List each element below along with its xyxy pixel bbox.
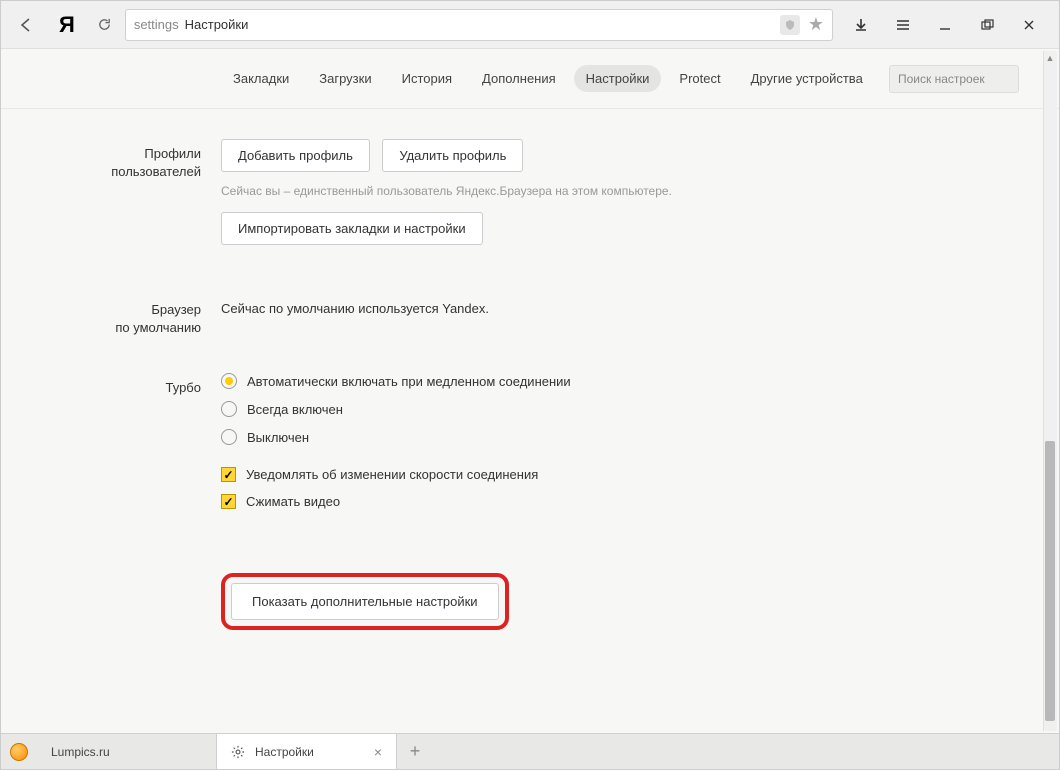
turbo-radio-auto[interactable]: Автоматически включать при медленном сое… [221, 373, 1019, 389]
content-area: ▲ Закладки Загрузки История Дополнения Н… [1, 49, 1059, 733]
section-profiles: Профили пользователей Добавить профиль У… [1, 139, 1019, 253]
tab-label: Lumpics.ru [51, 745, 110, 759]
highlight-ring: Показать дополнительные настройки [221, 573, 509, 630]
section-advanced: Показать дополнительные настройки [1, 573, 1019, 630]
os-start-icon[interactable] [1, 734, 37, 769]
radio-icon [221, 429, 237, 445]
checkbox-icon [221, 467, 236, 482]
address-prefix: settings [134, 17, 179, 32]
maximize-button[interactable] [975, 13, 999, 37]
yandex-logo[interactable]: Я [49, 12, 85, 38]
radio-label: Автоматически включать при медленном сое… [247, 374, 571, 389]
nav-history[interactable]: История [390, 65, 464, 92]
profiles-hint: Сейчас вы – единственный пользователь Ян… [221, 184, 1019, 198]
nav-settings[interactable]: Настройки [574, 65, 662, 92]
close-button[interactable] [1017, 13, 1041, 37]
tab-settings[interactable]: Настройки × [217, 734, 397, 769]
tab-bar: Lumpics.ru Настройки × + [1, 733, 1059, 769]
radio-label: Выключен [247, 430, 309, 445]
gear-icon [231, 745, 245, 759]
profiles-label: Профили пользователей [1, 139, 221, 253]
turbo-controls: Автоматически включать при медленном сое… [221, 373, 1019, 521]
address-title: Настройки [185, 17, 249, 32]
radio-label: Всегда включен [247, 402, 343, 417]
tab-close-icon[interactable]: × [374, 744, 382, 760]
nav-protect[interactable]: Protect [667, 65, 732, 92]
show-advanced-button[interactable]: Показать дополнительные настройки [231, 583, 499, 620]
checkbox-label: Уведомлять об изменении скорости соедине… [246, 467, 538, 482]
nav-extensions[interactable]: Дополнения [470, 65, 568, 92]
default-browser-text: Сейчас по умолчанию используется Yandex. [221, 295, 1019, 337]
minimize-button[interactable] [933, 13, 957, 37]
radio-icon [221, 401, 237, 417]
settings-body: Профили пользователей Добавить профиль У… [1, 109, 1059, 672]
turbo-radio-off[interactable]: Выключен [221, 429, 1019, 445]
turbo-check-notify[interactable]: Уведомлять об изменении скорости соедине… [221, 467, 1019, 482]
scroll-up-icon[interactable]: ▲ [1043, 53, 1057, 63]
address-right: ★ [780, 14, 824, 35]
browser-window: Я settings Настройки ★ [0, 0, 1060, 770]
address-bar[interactable]: settings Настройки ★ [125, 9, 833, 41]
toolbar: Я settings Настройки ★ [1, 1, 1059, 49]
protect-badge-icon[interactable] [780, 15, 800, 35]
profiles-controls: Добавить профиль Удалить профиль Сейчас … [221, 139, 1019, 253]
checkbox-icon [221, 494, 236, 509]
delete-profile-button[interactable]: Удалить профиль [382, 139, 523, 172]
tab-lumpics[interactable]: Lumpics.ru [37, 734, 217, 769]
scrollbar-vertical[interactable]: ▲ [1043, 51, 1057, 731]
turbo-radio-always[interactable]: Всегда включен [221, 401, 1019, 417]
scroll-thumb[interactable] [1045, 441, 1055, 721]
settings-nav: Закладки Загрузки История Дополнения Нас… [1, 49, 1059, 109]
nav-downloads[interactable]: Загрузки [307, 65, 383, 92]
window-controls [839, 13, 1051, 37]
default-browser-label: Браузер по умолчанию [1, 295, 221, 337]
import-button[interactable]: Импортировать закладки и настройки [221, 212, 483, 245]
downloads-icon[interactable] [849, 13, 873, 37]
turbo-label: Турбо [1, 373, 221, 521]
section-default-browser: Браузер по умолчанию Сейчас по умолчанию… [1, 295, 1019, 337]
nav-bookmarks[interactable]: Закладки [221, 65, 301, 92]
back-button[interactable] [9, 10, 43, 40]
bookmark-star-icon[interactable]: ★ [808, 14, 824, 35]
menu-icon[interactable] [891, 13, 915, 37]
turbo-check-compress[interactable]: Сжимать видео [221, 494, 1019, 509]
add-profile-button[interactable]: Добавить профиль [221, 139, 370, 172]
nav-other-devices[interactable]: Другие устройства [739, 65, 875, 92]
radio-icon [221, 373, 237, 389]
settings-search-input[interactable]: Поиск настроек [889, 65, 1019, 93]
section-turbo: Турбо Автоматически включать при медленн… [1, 373, 1019, 521]
new-tab-button[interactable]: + [397, 734, 433, 769]
reload-button[interactable] [91, 17, 119, 32]
tab-label: Настройки [255, 745, 314, 759]
checkbox-label: Сжимать видео [246, 494, 340, 509]
